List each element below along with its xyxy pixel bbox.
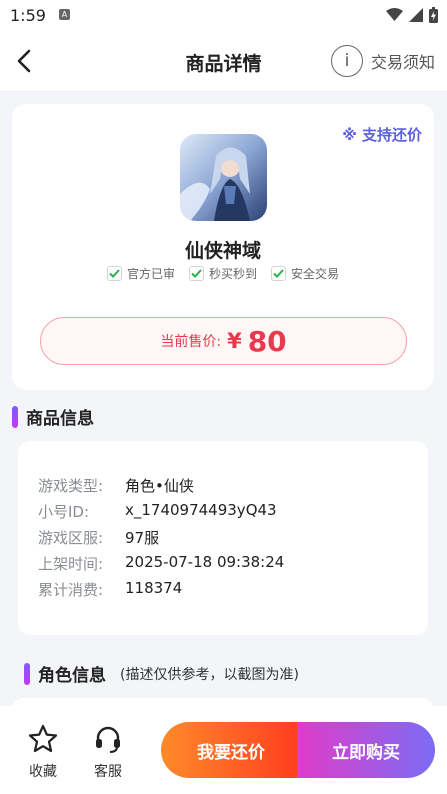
bargain-support-tag: ※ 支持还价 [342,126,422,144]
trust-badges: 官方已审 秒买秒到 安全交易 [12,265,434,282]
favorite-label: 收藏 [29,764,57,780]
section-accent-bar [24,662,30,685]
wifi-icon [386,8,403,21]
star-icon [28,724,58,753]
buy-now-button[interactable]: 立即购买 [297,722,435,778]
nav-bar: 商品详情 i 交易须知 [0,30,447,92]
customer-service-button[interactable]: 客服 [86,724,130,781]
badge-official-reviewed: 官方已审 [106,265,175,282]
info-row-listed-time: 上架时间: 2025-07-18 09:38:24 [38,553,284,574]
status-bar: 1:59 A [0,0,447,30]
section-note: (描述仅供参考，以截图为准) [120,666,299,683]
badge-instant-delivery: 秒买秒到 [188,265,257,282]
app-notification-icon: A [59,9,70,20]
check-icon [106,266,122,281]
status-time: 1:59 [10,6,46,25]
game-title: 仙侠神域 [184,240,261,262]
price-label: 当前售价: [160,334,222,350]
info-row-account-id: 小号ID: x_1740974493yQ43 [38,501,277,522]
info-key: 游戏类型: [38,477,104,495]
info-key: 累计消费: [38,581,104,599]
product-info-header: 商品信息 [12,404,94,429]
badge-label: 秒买秒到 [208,267,257,281]
info-value: 97服 [125,529,160,547]
service-label: 客服 [94,764,122,780]
price-box: 当前售价: ¥ 80 [40,317,407,365]
info-value: 118374 [125,579,183,597]
badge-safe-trade: 安全交易 [271,265,339,282]
info-key: 上架时间: [38,555,104,573]
info-row-server: 游戏区服: 97服 [38,527,159,548]
section-title: 商品信息 [26,409,94,429]
info-row-total-spend: 累计消费: 118374 [38,579,182,600]
info-key: 游戏区服: [38,529,104,547]
price-value: 80 [247,324,287,358]
favorite-button[interactable]: 收藏 [21,724,65,781]
info-value: x_1740974493yQ43 [125,501,277,519]
check-icon [271,266,286,281]
section-title: 角色信息 [38,666,106,686]
trade-notice-button[interactable]: i 交易须知 [330,45,435,77]
section-accent-bar [12,405,18,428]
product-card: ※ 支持还价 仙侠神域 官方已审 秒买秒到 安全交易 当前售价: ¥ 80 [12,104,434,390]
info-key: 小号ID: [38,503,90,521]
bargain-button[interactable]: 我要还价 [161,722,301,778]
badge-label: 安全交易 [291,267,340,281]
info-icon: i [330,45,363,77]
trade-notice-label: 交易须知 [370,53,435,72]
status-icons [386,7,438,23]
info-row-game-type: 游戏类型: 角色•仙侠 [38,475,194,496]
badge-label: 官方已审 [126,267,175,281]
role-info-header: 角色信息 (描述仅供参考，以截图为准) [24,661,299,686]
info-value: 角色•仙侠 [125,477,194,495]
headset-icon [96,726,120,753]
bottom-action-bar: 收藏 客服 我要还价 立即购买 [0,706,447,794]
product-info-card: 游戏类型: 角色•仙侠 小号ID: x_1740974493yQ43 游戏区服:… [18,441,428,635]
currency-symbol: ¥ [227,329,242,353]
game-icon [180,134,267,221]
check-icon [188,266,204,281]
signal-icon [409,8,423,22]
battery-icon [429,7,438,23]
info-value: 2025-07-18 09:38:24 [125,553,285,571]
